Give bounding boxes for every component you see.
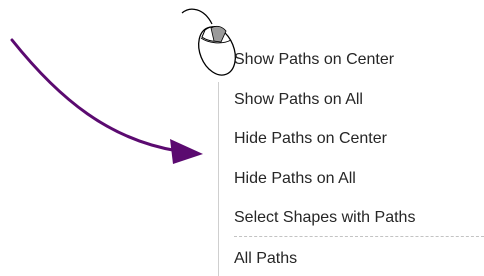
- menu-item-hide-paths-on-center[interactable]: Hide Paths on Center: [234, 120, 415, 160]
- context-menu: Show Paths on Center Show Paths on All H…: [234, 41, 415, 239]
- menu-item-hide-paths-on-all[interactable]: Hide Paths on All: [234, 160, 415, 200]
- menu-item-show-paths-on-center[interactable]: Show Paths on Center: [234, 41, 415, 81]
- menu-item-show-paths-on-all[interactable]: Show Paths on All: [234, 81, 415, 121]
- context-menu-illustration: Show Paths on Center Show Paths on All H…: [0, 0, 484, 276]
- menu-left-rule: [218, 82, 219, 276]
- menu-separator: [234, 236, 484, 237]
- menu-item-all-paths[interactable]: All Paths: [234, 241, 297, 276]
- menu-item-select-shapes-with-paths[interactable]: Select Shapes with Paths: [234, 199, 415, 239]
